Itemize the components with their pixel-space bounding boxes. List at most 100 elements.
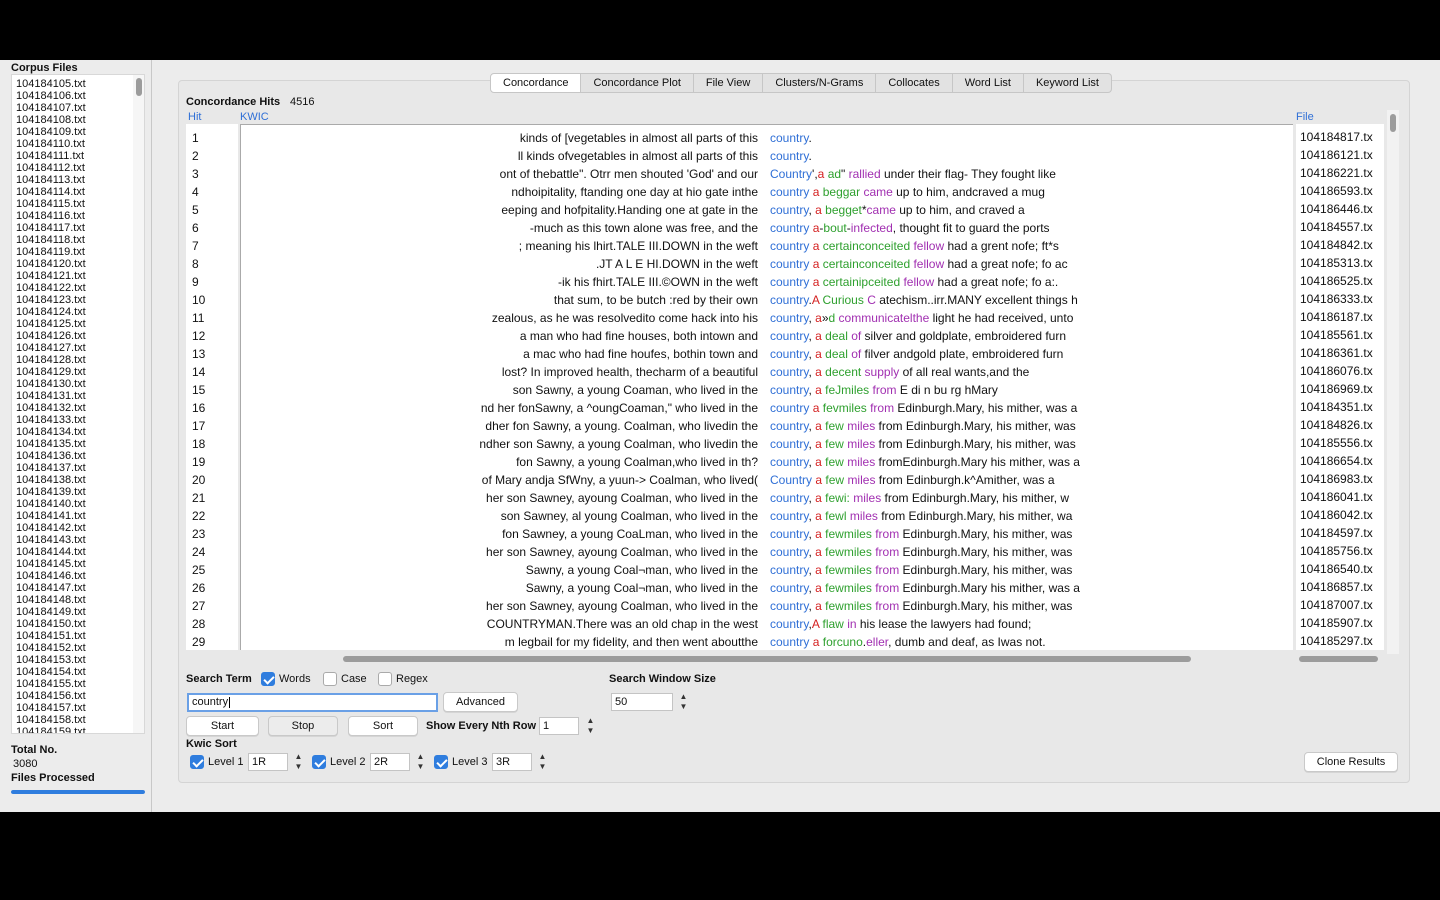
column-header-file[interactable]: File	[1296, 111, 1314, 123]
clone-results-button[interactable]: Clone Results	[1304, 752, 1398, 772]
stop-button[interactable]: Stop	[268, 716, 338, 736]
corpus-file-item[interactable]: 104184134.txt	[16, 426, 86, 438]
hit-file-name[interactable]: 104185556.tx	[1300, 434, 1373, 452]
kwic-left-context[interactable]: son Sawny, a young Coaman, who lived in …	[241, 381, 758, 399]
hit-file-name[interactable]: 104185756.tx	[1300, 542, 1373, 560]
kwic-left-context[interactable]: ont of thebattle". Otrr men shouted 'God…	[241, 165, 758, 183]
tab-concordance[interactable]: Concordance	[490, 73, 582, 93]
hit-file-name[interactable]: 104184351.tx	[1300, 398, 1373, 416]
hit-file-name[interactable]: 104184597.tx	[1300, 524, 1373, 542]
corpus-file-item[interactable]: 104184125.txt	[16, 318, 86, 330]
stepper-down-icon[interactable]: ▼	[678, 702, 689, 712]
kwic-right-context[interactable]: country, a fewmiles from Edinburgh.Mary,…	[770, 525, 1072, 543]
corpus-file-item[interactable]: 104184143.txt	[16, 534, 86, 546]
corpus-file-item[interactable]: 104184127.txt	[16, 342, 86, 354]
hit-file-name[interactable]: 104185907.tx	[1300, 614, 1373, 632]
tab-file-view[interactable]: File View	[693, 73, 764, 93]
stepper-up-icon[interactable]: ▲	[585, 716, 596, 726]
file-horizontal-scrollbar[interactable]	[1296, 652, 1384, 666]
file-list-scrollbar[interactable]	[133, 75, 144, 733]
search-window-size-field[interactable]: 50	[611, 693, 673, 711]
kwic-left-context[interactable]: son Sawney, al young Coalman, who lived …	[241, 507, 758, 525]
hit-file-name[interactable]: 104186076.tx	[1300, 362, 1373, 380]
kwic-right-context[interactable]: country, a»d communicatelthe light he ha…	[770, 309, 1073, 327]
kwic-right-context[interactable]: country, a fewi: miles from Edinburgh.Ma…	[770, 489, 1069, 507]
kwic-left-context[interactable]: kinds of [vegetables in almost all parts…	[241, 129, 758, 147]
corpus-file-item[interactable]: 104184113.txt	[16, 174, 86, 186]
kwic-keyword[interactable]: country	[770, 563, 808, 577]
corpus-file-item[interactable]: 104184122.txt	[16, 282, 86, 294]
kwic-right-context[interactable]: country.	[770, 147, 812, 165]
kwic-right-context[interactable]: country a-bout-infected, thought fit to …	[770, 219, 1050, 237]
kwic-right-context[interactable]: Country a few miles from Edinburgh.k^Ami…	[770, 471, 1055, 489]
hit-file-name[interactable]: 104185561.tx	[1300, 326, 1373, 344]
corpus-file-item[interactable]: 104184116.txt	[16, 210, 86, 222]
kwic-left-context[interactable]: her son Sawney, ayoung Coalman, who live…	[241, 543, 758, 561]
kwic-keyword[interactable]: country	[770, 221, 809, 235]
kwic-left-context[interactable]: m legbail for my fidelity, and then went…	[241, 633, 758, 650]
corpus-file-item[interactable]: 104184112.txt	[16, 162, 86, 174]
kwic-keyword[interactable]: country	[770, 455, 808, 469]
kwic-keyword[interactable]: country	[770, 545, 808, 559]
kwic-right-context[interactable]: country, a feJmiles from E di n bu rg hM…	[770, 381, 998, 399]
start-button[interactable]: Start	[186, 716, 259, 736]
kwic-keyword[interactable]: country	[770, 581, 808, 595]
hit-file-name[interactable]: 104184826.tx	[1300, 416, 1373, 434]
level2-stepper[interactable]: ▲ ▼	[415, 752, 426, 772]
corpus-file-item[interactable]: 104184111.txt	[16, 150, 86, 162]
hit-file-name[interactable]: 104186121.tx	[1300, 146, 1373, 164]
hit-file-name[interactable]: 104186654.tx	[1300, 452, 1373, 470]
file-hscroll-thumb[interactable]	[1299, 656, 1378, 662]
corpus-file-item[interactable]: 104184108.txt	[16, 114, 86, 126]
stepper-up-icon[interactable]: ▲	[678, 692, 689, 702]
hit-file-name[interactable]: 104186969.tx	[1300, 380, 1373, 398]
kwic-right-context[interactable]: country, a fewmiles from Edinburgh.Mary,…	[770, 597, 1072, 615]
corpus-file-item[interactable]: 104184105.txt	[16, 78, 86, 90]
corpus-file-item[interactable]: 104184151.txt	[16, 630, 86, 642]
kwic-left-context[interactable]: that sum, to be butch :red by their own	[241, 291, 758, 309]
kwic-keyword[interactable]: country	[770, 149, 808, 163]
corpus-file-item[interactable]: 104184149.txt	[16, 606, 86, 618]
hit-file-name[interactable]: 104186333.tx	[1300, 290, 1373, 308]
kwic-right-context[interactable]: country, a few miles from Edinburgh.Mary…	[770, 435, 1076, 453]
kwic-left-context[interactable]: lost? In improved health, thecharm of a …	[241, 363, 758, 381]
case-checkbox[interactable]	[323, 672, 337, 686]
hit-file-name[interactable]: 104186361.tx	[1300, 344, 1373, 362]
kwic-left-context[interactable]: her son Sawney, ayoung Coalman, who live…	[241, 489, 758, 507]
corpus-file-item[interactable]: 104184128.txt	[16, 354, 86, 366]
kwic-keyword[interactable]: country	[770, 383, 808, 397]
level1-checkbox[interactable]	[190, 755, 204, 769]
hit-file-name[interactable]: 104186857.tx	[1300, 578, 1373, 596]
hit-file-name[interactable]: 104186525.tx	[1300, 272, 1373, 290]
level3-stepper[interactable]: ▲ ▼	[537, 752, 548, 772]
corpus-file-item[interactable]: 104184123.txt	[16, 294, 86, 306]
kwic-left-context[interactable]: -much as this town alone was free, and t…	[241, 219, 758, 237]
corpus-file-item[interactable]: 104184114.txt	[16, 186, 86, 198]
kwic-right-context[interactable]: country, a deal of silver and goldplate,…	[770, 327, 1066, 345]
kwic-left-context[interactable]: .JT A L E HI.DOWN in the weft	[241, 255, 758, 273]
corpus-file-item[interactable]: 104184121.txt	[16, 270, 86, 282]
corpus-file-item[interactable]: 104184137.txt	[16, 462, 86, 474]
kwic-keyword[interactable]: country	[770, 203, 808, 217]
corpus-file-item[interactable]: 104184115.txt	[16, 198, 86, 210]
kwic-left-context[interactable]: COUNTRYMAN.There was an old chap in the …	[241, 615, 758, 633]
hit-file-name[interactable]: 104185313.tx	[1300, 254, 1373, 272]
kwic-keyword[interactable]: country	[770, 437, 808, 451]
kwic-keyword[interactable]: country	[770, 491, 808, 505]
kwic-right-context[interactable]: country.A Curious C atechism..irr.MANY e…	[770, 291, 1078, 309]
corpus-file-item[interactable]: 104184119.txt	[16, 246, 86, 258]
kwic-keyword[interactable]: country	[770, 599, 808, 613]
kwic-horizontal-scrollbar[interactable]	[240, 652, 1293, 666]
corpus-file-item[interactable]: 104184156.txt	[16, 690, 86, 702]
kwic-right-context[interactable]: country a fevmiles from Edinburgh.Mary, …	[770, 399, 1077, 417]
kwic-keyword[interactable]: Country	[770, 167, 812, 181]
corpus-file-item[interactable]: 104184120.txt	[16, 258, 86, 270]
kwic-keyword[interactable]: country	[770, 185, 809, 199]
kwic-left-context[interactable]: -ik his fhirt.TALE III.©OWN in the weft	[241, 273, 758, 291]
tab-keyword-list[interactable]: Keyword List	[1023, 73, 1112, 93]
kwic-right-context[interactable]: country, a fewmiles from Edinburgh.Mary …	[770, 579, 1080, 597]
kwic-left-context[interactable]: eeping and hofpitality.Handing one at ga…	[241, 201, 758, 219]
kwic-left-context[interactable]: ndher son Sawny, a young Coalman, who li…	[241, 435, 758, 453]
kwic-left-context[interactable]: zealous, as he was resolvedito come hack…	[241, 309, 758, 327]
level2-checkbox[interactable]	[312, 755, 326, 769]
